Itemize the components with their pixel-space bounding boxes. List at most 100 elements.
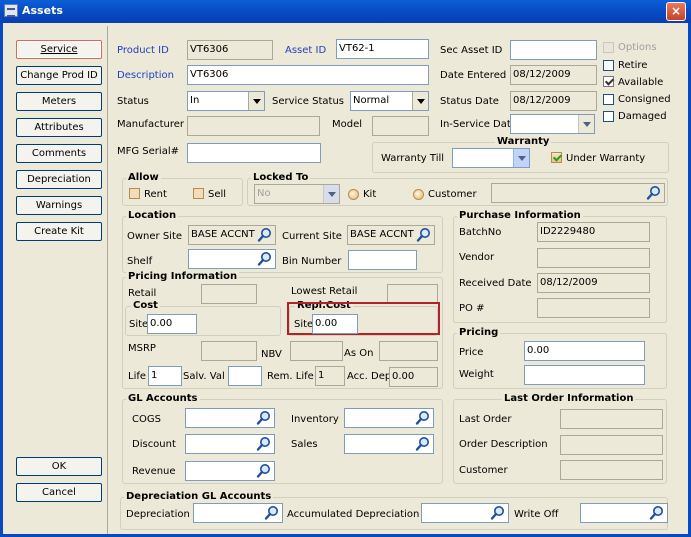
- revenue-label: Revenue: [132, 466, 176, 477]
- write-off-field[interactable]: [580, 503, 668, 523]
- accumulated-depreciation-field[interactable]: [421, 503, 509, 523]
- in-service-date-select[interactable]: [510, 114, 595, 134]
- gl-accounts-title: GL Accounts: [126, 393, 200, 404]
- service-button[interactable]: Service: [16, 40, 102, 59]
- description-field[interactable]: VT6306: [187, 65, 429, 85]
- as-on-field[interactable]: [379, 341, 438, 361]
- life-field[interactable]: 1: [148, 366, 182, 386]
- po-label: PO #: [459, 303, 485, 314]
- customer-lookup-field[interactable]: [491, 183, 665, 203]
- rem-life-field[interactable]: 1: [315, 366, 345, 386]
- chevron-down-icon[interactable]: [513, 149, 529, 167]
- rent-label: Rent: [144, 189, 167, 200]
- last-order-field[interactable]: [560, 409, 663, 429]
- depreciation-gl-field[interactable]: [193, 503, 283, 523]
- search-icon[interactable]: [415, 410, 431, 426]
- model-field[interactable]: [372, 116, 429, 136]
- damaged-checkbox[interactable]: [603, 111, 614, 122]
- bin-number-field[interactable]: [348, 250, 417, 270]
- sec-asset-id-field[interactable]: [510, 40, 597, 60]
- mfg-serial-field[interactable]: [187, 143, 321, 163]
- search-icon[interactable]: [490, 505, 506, 521]
- sales-field[interactable]: [344, 434, 434, 454]
- close-icon[interactable]: ×: [666, 2, 686, 21]
- change-prod-id-button[interactable]: Change Prod ID: [16, 66, 102, 85]
- kit-radio[interactable]: [348, 189, 359, 200]
- warranty-till-select[interactable]: [452, 148, 530, 168]
- current-site-field[interactable]: BASE ACCNT: [347, 225, 435, 245]
- search-icon[interactable]: [415, 436, 431, 452]
- depreciation-button[interactable]: Depreciation: [16, 170, 102, 189]
- order-description-field[interactable]: [560, 435, 663, 455]
- acc-dep-field[interactable]: 0.00: [389, 367, 438, 387]
- last-order-customer-field[interactable]: [560, 460, 663, 480]
- options-checkbox[interactable]: [603, 42, 614, 53]
- salv-val-field[interactable]: [228, 366, 262, 386]
- attributes-button[interactable]: Attributes: [16, 118, 102, 137]
- po-field[interactable]: [537, 298, 650, 318]
- cancel-button[interactable]: Cancel: [16, 483, 102, 502]
- sell-checkbox[interactable]: [193, 188, 204, 199]
- received-label: Received Date: [459, 278, 532, 289]
- customer-radio[interactable]: [413, 189, 424, 200]
- inventory-field[interactable]: [344, 408, 434, 428]
- retail-field[interactable]: [201, 284, 257, 304]
- comments-button[interactable]: Comments: [16, 144, 102, 163]
- received-field[interactable]: 08/12/2009: [537, 273, 650, 293]
- available-checkbox[interactable]: [603, 76, 614, 87]
- manufacturer-field[interactable]: [187, 116, 320, 136]
- chevron-down-icon[interactable]: [248, 92, 264, 110]
- lowest-retail-field[interactable]: [387, 284, 438, 304]
- msrp-field[interactable]: [201, 341, 257, 361]
- status-date-field[interactable]: 08/12/2009: [510, 91, 597, 111]
- search-icon[interactable]: [256, 436, 272, 452]
- warnings-button[interactable]: Warnings: [16, 196, 102, 215]
- revenue-field[interactable]: [185, 461, 275, 481]
- asset-id-field[interactable]: VT62-1: [336, 39, 429, 59]
- service-status-select[interactable]: Normal: [350, 91, 429, 111]
- owner-site-field[interactable]: BASE ACCNT: [188, 225, 276, 245]
- search-icon[interactable]: [256, 410, 272, 426]
- nbv-field[interactable]: [290, 341, 343, 361]
- shelf-field[interactable]: [188, 249, 276, 269]
- weight-field[interactable]: [524, 365, 645, 385]
- status-value: In: [190, 95, 200, 106]
- under-warranty-checkbox[interactable]: [551, 152, 562, 163]
- rent-checkbox[interactable]: [129, 188, 140, 199]
- create-kit-button[interactable]: Create Kit: [16, 222, 102, 241]
- repl-site-field[interactable]: 0.00: [312, 314, 358, 334]
- search-icon[interactable]: [257, 227, 273, 243]
- purchase-title: Purchase Information: [457, 210, 583, 221]
- search-icon[interactable]: [257, 251, 273, 267]
- chevron-down-icon[interactable]: [412, 92, 428, 110]
- cogs-label: COGS: [132, 414, 161, 425]
- search-icon[interactable]: [646, 185, 662, 201]
- chevron-down-icon[interactable]: [578, 115, 594, 133]
- current-site-value: BASE ACCNT: [350, 229, 414, 240]
- retire-label: Retire: [618, 60, 648, 71]
- search-icon[interactable]: [264, 505, 280, 521]
- mfg-serial-label: MFG Serial#: [117, 146, 179, 157]
- date-entered-field[interactable]: 08/12/2009: [510, 65, 597, 85]
- damaged-label: Damaged: [618, 111, 667, 122]
- chevron-down-icon[interactable]: [323, 185, 339, 203]
- discount-field[interactable]: [185, 434, 275, 454]
- status-select[interactable]: In: [187, 91, 265, 111]
- customer-label: Customer: [428, 189, 477, 200]
- pricing-title: Pricing: [457, 327, 501, 338]
- locked-to-select[interactable]: No: [254, 184, 340, 204]
- cogs-field[interactable]: [185, 408, 275, 428]
- cost-site-field[interactable]: 0.00: [147, 314, 197, 334]
- search-icon[interactable]: [649, 505, 665, 521]
- nbv-label: NBV: [261, 349, 282, 360]
- price-field[interactable]: 0.00: [524, 341, 645, 361]
- search-icon[interactable]: [256, 463, 272, 479]
- ok-button[interactable]: OK: [16, 457, 102, 476]
- search-icon[interactable]: [416, 227, 432, 243]
- consigned-checkbox[interactable]: [603, 94, 614, 105]
- product-id-field[interactable]: VT6306: [187, 40, 273, 60]
- batch-field[interactable]: ID2229480: [537, 222, 650, 242]
- meters-button[interactable]: Meters: [16, 92, 102, 111]
- retire-checkbox[interactable]: [603, 60, 614, 71]
- vendor-field[interactable]: [537, 248, 650, 268]
